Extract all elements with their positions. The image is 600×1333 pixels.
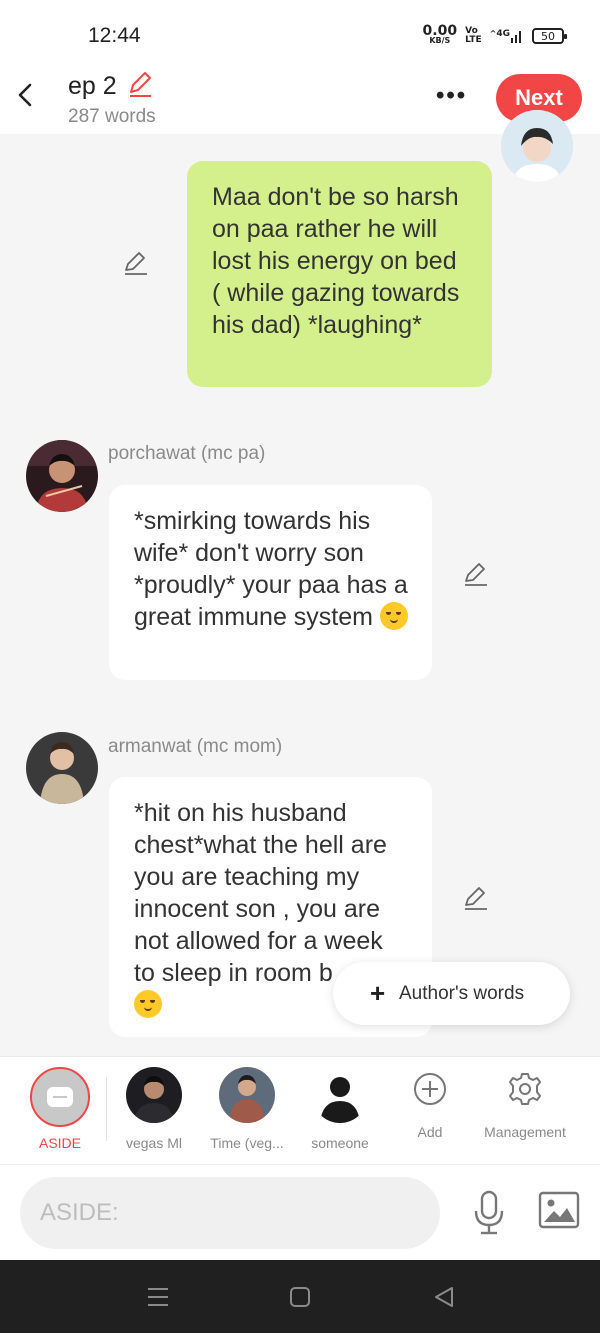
avatar-porchawat[interactable] xyxy=(26,440,98,512)
home-icon[interactable] xyxy=(287,1284,313,1310)
aside-icon[interactable] xyxy=(30,1067,90,1127)
management-button[interactable]: Management xyxy=(480,1067,570,1140)
plus-icon: + xyxy=(370,978,386,1008)
status-icons: 0.00 KB/S Vo LTE ^4G 50 xyxy=(422,23,567,46)
add-character-button[interactable]: Add xyxy=(385,1067,475,1140)
word-count: 287 words xyxy=(68,106,156,127)
status-time: 12:44 xyxy=(88,24,141,47)
aside-input[interactable] xyxy=(20,1177,440,1249)
avatar-vegas-ml xyxy=(126,1067,182,1123)
more-options-button[interactable]: ••• xyxy=(436,82,467,110)
signal-icon: ^4G xyxy=(490,29,524,44)
self-avatar[interactable] xyxy=(501,110,573,182)
avatar-time xyxy=(219,1067,275,1123)
menu-icon[interactable] xyxy=(145,1284,171,1310)
back-arrow-icon[interactable] xyxy=(14,80,38,110)
edit-message-pencil-icon[interactable] xyxy=(463,561,489,587)
image-icon[interactable] xyxy=(538,1191,580,1229)
divider xyxy=(106,1077,107,1141)
character-time[interactable]: Time (veg... xyxy=(202,1067,292,1151)
composer-bar xyxy=(0,1164,600,1260)
episode-title: ep 2 xyxy=(68,72,117,100)
message-bubble-self[interactable]: Maa don't be so harsh on paa rather he w… xyxy=(187,161,492,387)
character-vegas-ml[interactable]: vegas Ml xyxy=(109,1067,199,1151)
microphone-icon[interactable] xyxy=(470,1189,508,1237)
back-triangle-icon[interactable] xyxy=(431,1284,457,1310)
speaker-name-armanwat: armanwat (mc mom) xyxy=(108,736,283,757)
network-speed: 0.00 KB/S xyxy=(422,23,458,45)
character-someone[interactable]: someone xyxy=(295,1067,385,1151)
add-circle-icon xyxy=(414,1073,446,1105)
avatar-armanwat[interactable] xyxy=(26,732,98,804)
edit-message-pencil-icon[interactable] xyxy=(123,250,149,276)
edit-message-pencil-icon[interactable] xyxy=(463,885,489,911)
speaker-name-porchawat: porchawat (mc pa) xyxy=(108,443,266,464)
avatar-someone xyxy=(312,1067,368,1123)
gear-icon xyxy=(509,1073,541,1105)
status-bar: 12:44 0.00 KB/S Vo LTE ^4G 50 xyxy=(0,0,600,70)
kissing-emoji-icon xyxy=(379,602,408,630)
system-nav-bar xyxy=(0,1260,600,1333)
authors-words-button[interactable]: + Author's words xyxy=(333,962,570,1025)
character-bar: ASIDE vegas Ml Time (veg... someone Add xyxy=(0,1056,600,1164)
battery-icon: 50 xyxy=(532,28,567,44)
smirking-emoji-icon xyxy=(134,990,162,1018)
edit-title-pencil-icon[interactable] xyxy=(127,70,153,98)
volte-icon: Vo LTE xyxy=(465,26,482,45)
message-bubble-porchawat[interactable]: *smirking towards his wife* don't worry … xyxy=(109,485,432,680)
